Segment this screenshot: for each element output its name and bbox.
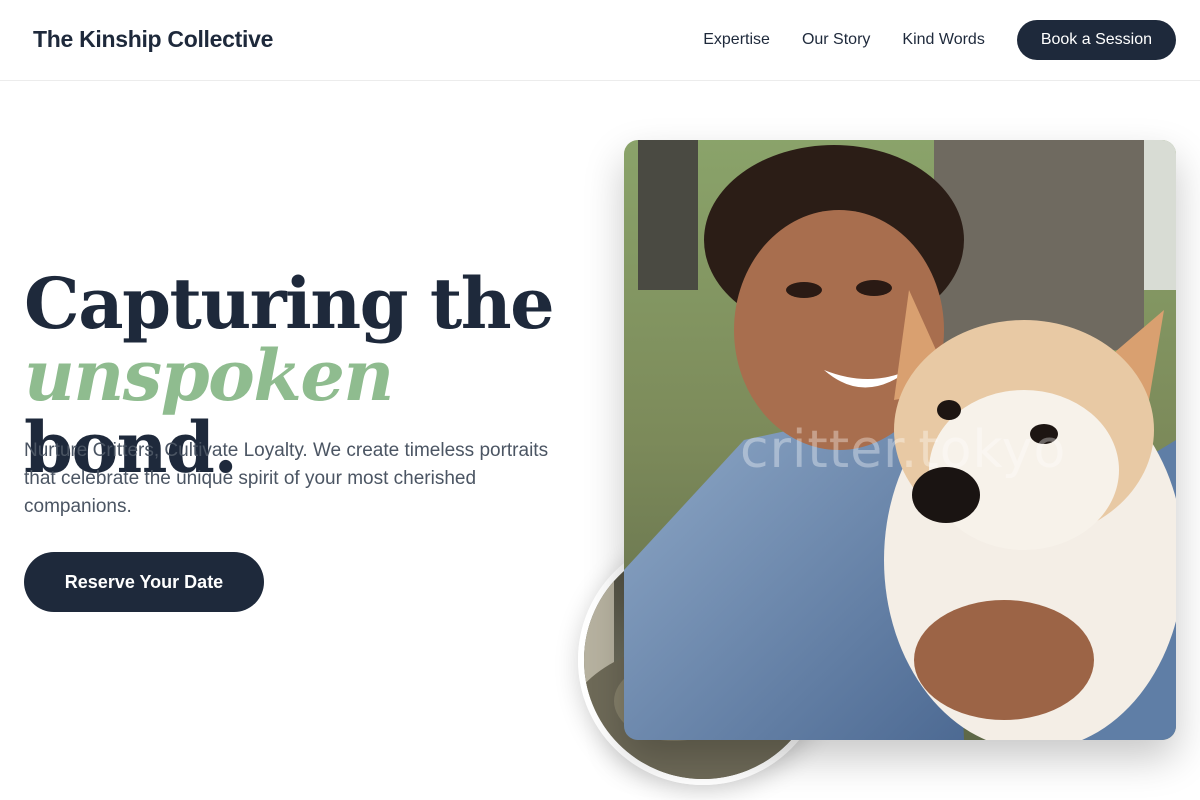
reserve-date-button[interactable]: Reserve Your Date [24,552,264,612]
headline-line1: Capturing the [24,262,555,345]
headline-accent: unspoken [24,334,394,417]
brand-logo[interactable]: The Kinship Collective [33,26,273,53]
main-nav: Expertise Our Story Kind Words Book a Se… [703,20,1176,60]
book-session-button[interactable]: Book a Session [1016,20,1176,60]
site-header: The Kinship Collective Expertise Our Sto… [0,0,1200,81]
hero-subtext: Nurture Critters, Cultivate Loyalty. We … [24,440,549,517]
nav-link-expertise[interactable]: Expertise [703,31,770,49]
nav-link-kind-words[interactable]: Kind Words [902,31,984,49]
photo-watermark: critter.tokyo [740,420,1067,480]
nav-link-our-story[interactable]: Our Story [802,31,870,49]
